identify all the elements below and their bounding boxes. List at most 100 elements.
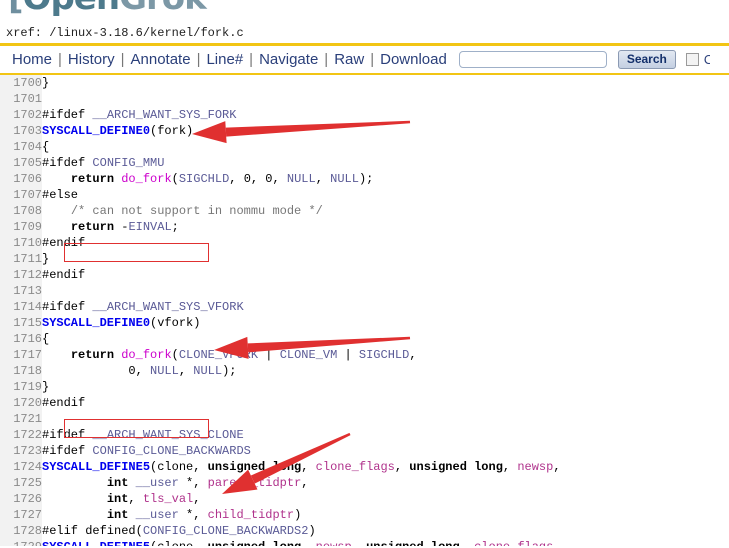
line-number[interactable]: 1708: [0, 203, 42, 219]
line-number[interactable]: 1712: [0, 267, 42, 283]
line-number[interactable]: 1722: [0, 427, 42, 443]
code-line-row: 1707 #else: [0, 187, 729, 203]
symbol-variable[interactable]: clone_flags: [474, 540, 553, 546]
symbol-variable[interactable]: clone_flags: [316, 460, 395, 474]
nav-link-home[interactable]: Home: [8, 51, 56, 68]
symbol-macro[interactable]: NULL: [193, 364, 222, 378]
symbol-link[interactable]: do_fork: [121, 348, 171, 362]
nav-separator: |: [58, 50, 62, 68]
symbol-macro[interactable]: CLONE_VM: [280, 348, 338, 362]
symbol-macro-define[interactable]: SYSCALL_DEFINE0: [42, 316, 150, 330]
line-number[interactable]: 1713: [0, 283, 42, 299]
line-number[interactable]: 1702: [0, 107, 42, 123]
code-line-source: int, tls_val,: [42, 491, 729, 507]
symbol-macro[interactable]: NULL: [330, 172, 359, 186]
nav-link-history[interactable]: History: [64, 51, 119, 68]
code-line-source: SYSCALL_DEFINE0(vfork): [42, 315, 729, 331]
nav-link-download[interactable]: Download: [376, 51, 451, 68]
line-number[interactable]: 1711: [0, 251, 42, 267]
symbol-macro[interactable]: __user: [136, 476, 179, 490]
code-token: );: [222, 364, 237, 378]
code-line-row: 1712 #endif: [0, 267, 729, 283]
only-this-file-checkbox[interactable]: [685, 53, 699, 66]
xref-path[interactable]: /linux-3.18.6/kernel/fork.c: [49, 26, 243, 40]
code-line-row: 1721: [0, 411, 729, 427]
symbol-macro[interactable]: __ARCH_WANT_SYS_VFORK: [92, 300, 243, 314]
code-token: ,: [272, 172, 287, 186]
code-token: #ifdef: [42, 108, 93, 122]
symbol-macro[interactable]: CONFIG_CLONE_BACKWARDS2: [143, 524, 309, 538]
line-number[interactable]: 1717: [0, 347, 42, 363]
line-number[interactable]: 1724: [0, 459, 42, 475]
line-number[interactable]: 1700: [0, 75, 42, 91]
code-line-row: 1720 #endif: [0, 395, 729, 411]
symbol-macro[interactable]: SIGCHLD: [359, 348, 409, 362]
nav-link-linenum[interactable]: Line#: [202, 51, 247, 68]
symbol-macro[interactable]: CLONE_VFORK: [179, 348, 258, 362]
search-input[interactable]: [458, 51, 607, 68]
code-token: *,: [178, 508, 208, 522]
code-token: #ifdef: [42, 428, 93, 442]
line-number[interactable]: 1714: [0, 299, 42, 315]
code-token: }: [42, 380, 50, 394]
source-code-viewer[interactable]: 1700} 1701 1702 #ifdef __ARCH_WANT_SYS_FORK…: [0, 75, 729, 546]
code-token: return: [70, 172, 115, 186]
symbol-macro[interactable]: SIGCHLD: [179, 172, 229, 186]
code-line-source: SYSCALL_DEFINE5(clone, unsigned long, cl…: [42, 459, 729, 475]
line-number[interactable]: 1721: [0, 411, 42, 427]
code-token: #endif: [42, 236, 86, 250]
nav-link-raw[interactable]: Raw: [330, 51, 368, 68]
symbol-variable[interactable]: child_tidptr: [208, 508, 294, 522]
symbol-link[interactable]: do_fork: [121, 172, 171, 186]
code-token: (clone,: [150, 540, 208, 546]
symbol-macro[interactable]: __user: [136, 508, 179, 522]
code-line-source: #endif: [42, 267, 729, 283]
symbol-macro[interactable]: __ARCH_WANT_SYS_FORK: [92, 108, 236, 122]
line-number[interactable]: 1726: [0, 491, 42, 507]
line-number[interactable]: 1706: [0, 171, 42, 187]
symbol-variable[interactable]: parent_tidptr: [208, 476, 302, 490]
symbol-macro-define[interactable]: SYSCALL_DEFINE0: [42, 124, 150, 138]
line-number[interactable]: 1725: [0, 475, 42, 491]
nav-link-annotate[interactable]: Annotate: [127, 51, 195, 68]
line-number[interactable]: 1719: [0, 379, 42, 395]
nav-link-navigate[interactable]: Navigate: [255, 51, 322, 68]
line-number[interactable]: 1704: [0, 139, 42, 155]
code-token: int: [106, 492, 129, 506]
symbol-macro[interactable]: NULL: [150, 364, 179, 378]
line-number[interactable]: 1707: [0, 187, 42, 203]
code-line-source: }: [42, 251, 729, 267]
symbol-macro-define[interactable]: SYSCALL_DEFINE5: [42, 540, 150, 546]
line-number[interactable]: 1705: [0, 155, 42, 171]
symbol-macro[interactable]: CONFIG_MMU: [92, 156, 164, 170]
line-number[interactable]: 1729: [0, 539, 42, 546]
line-number[interactable]: 1703: [0, 123, 42, 139]
symbol-macro[interactable]: NULL: [287, 172, 316, 186]
line-number[interactable]: 1709: [0, 219, 42, 235]
line-number[interactable]: 1723: [0, 443, 42, 459]
symbol-macro[interactable]: CONFIG_CLONE_BACKWARDS: [92, 444, 250, 458]
code-line-row: 1727 int __user *, child_tidptr): [0, 507, 729, 523]
line-number[interactable]: 1701: [0, 91, 42, 107]
symbol-variable[interactable]: newsp: [316, 540, 352, 546]
symbol-macro[interactable]: __ARCH_WANT_SYS_CLONE: [92, 428, 243, 442]
line-number[interactable]: 1716: [0, 331, 42, 347]
line-number[interactable]: 1718: [0, 363, 42, 379]
symbol-variable[interactable]: newsp: [517, 460, 553, 474]
code-line-source: }: [42, 75, 729, 91]
search-button[interactable]: Search: [617, 50, 676, 69]
symbol-macro[interactable]: EINVAL: [128, 220, 171, 234]
line-number[interactable]: 1710: [0, 235, 42, 251]
code-token: 0: [243, 172, 251, 186]
line-number[interactable]: 1727: [0, 507, 42, 523]
only-this-file-label: O: [703, 52, 710, 67]
line-number[interactable]: 1728: [0, 523, 42, 539]
line-number[interactable]: 1720: [0, 395, 42, 411]
code-line-source: 0, NULL, NULL);: [42, 363, 729, 379]
symbol-variable[interactable]: tls_val: [143, 492, 193, 506]
code-line-row: 1706 return do_fork(SIGCHLD, 0, 0, NULL,…: [0, 171, 729, 187]
symbol-macro-define[interactable]: SYSCALL_DEFINE5: [42, 460, 150, 474]
line-number[interactable]: 1715: [0, 315, 42, 331]
